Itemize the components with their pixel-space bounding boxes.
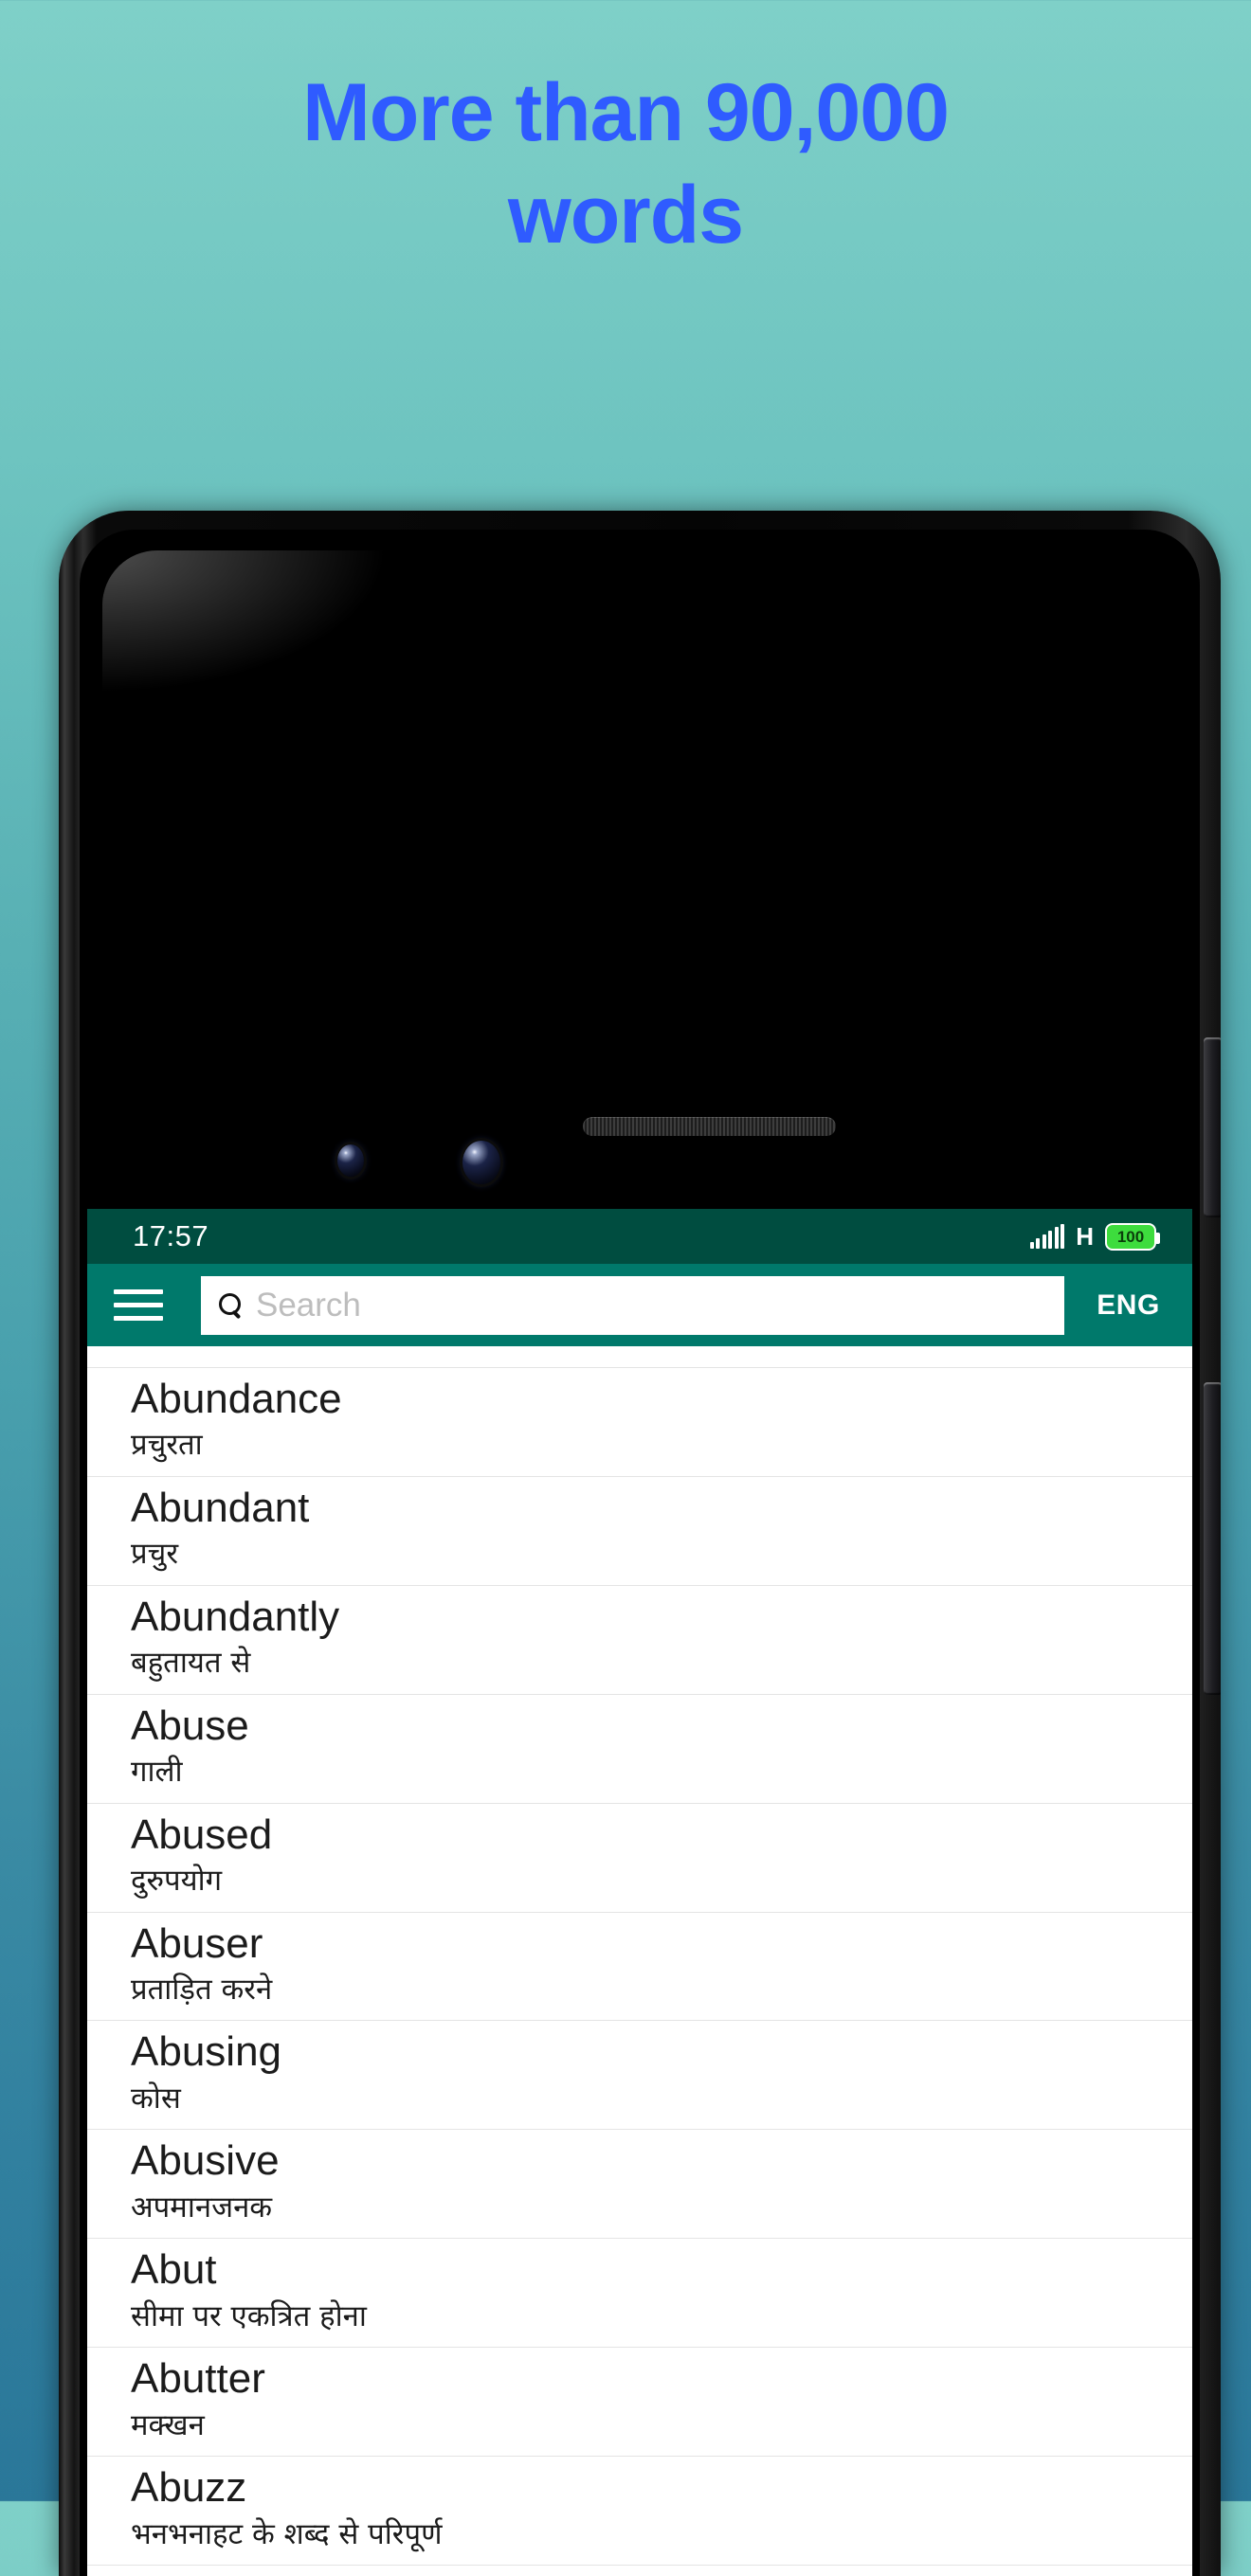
hamburger-menu-icon[interactable]	[114, 1281, 163, 1330]
word-hindi: कोस	[131, 2080, 1192, 2117]
list-item[interactable]: Abuzz	[87, 1346, 1192, 1368]
phone-screen: 17:57 H 100 Search	[87, 1209, 1192, 2576]
list-item[interactable]: Abutterमक्खन	[87, 2348, 1192, 2457]
word-hindi: बहुतायत से	[131, 1644, 1192, 1682]
word-hindi: अपमानजनक	[131, 2189, 1192, 2226]
list-item[interactable]: Abuseगाली	[87, 1695, 1192, 1804]
volume-button[interactable]	[1204, 1382, 1221, 1695]
word-hindi: प्रचुरता	[131, 1426, 1192, 1464]
list-item[interactable]: Abutसीमा पर एकत्रित होना	[87, 2239, 1192, 2348]
word-hindi: प्रताड़ित करने	[131, 1971, 1192, 2009]
word-english: Abusive	[131, 2135, 1192, 2187]
app-bar: Search ENG	[87, 1264, 1192, 1346]
word-english: Abused	[131, 1810, 1192, 1861]
word-hindi: भनभनाहट के शब्द से परिपूर्ण	[131, 2515, 1192, 2553]
word-english: Abusing	[131, 2027, 1192, 2078]
signal-bars-icon	[1030, 1224, 1065, 1249]
word-hindi: सीमा पर एकत्रित होना	[131, 2297, 1192, 2335]
battery-level-label: 100	[1117, 1229, 1144, 1245]
list-item[interactable]: Abuzzभनभनाहट के शब्द से परिपूर्ण	[87, 2457, 1192, 2566]
network-type-label: H	[1076, 1222, 1094, 1252]
status-time: 17:57	[133, 1219, 208, 1253]
word-list[interactable]: AbuzzAbundanceप्रचुरताAbundantप्रचुरAbun…	[87, 1346, 1192, 2576]
headline-line-1: More than 90,000	[302, 67, 949, 158]
word-english: Abut	[131, 2244, 1192, 2296]
list-item[interactable]: Abuserप्रताड़ित करने	[87, 1913, 1192, 2022]
search-placeholder: Search	[256, 1288, 361, 1322]
list-item[interactable]: Abusingकोस	[87, 2021, 1192, 2130]
word-hindi: दुरुपयोग	[131, 1862, 1192, 1900]
phone-bezel: 17:57 H 100 Search	[80, 530, 1200, 2576]
list-item[interactable]: Abusedदुरुपयोग	[87, 1804, 1192, 1913]
word-english: Abuzz	[131, 2462, 1192, 2513]
list-item[interactable]: Abundanceप्रचुरता	[87, 1368, 1192, 1477]
word-hindi: मक्खन	[131, 2406, 1192, 2444]
word-english: Abutter	[131, 2353, 1192, 2405]
word-english: Abuse	[131, 1701, 1192, 1752]
camera-lens-icon	[337, 1144, 364, 1177]
headline-line-2: words	[0, 174, 1251, 256]
speaker-grille-icon	[583, 1117, 836, 1136]
word-hindi: प्रचुर	[131, 1535, 1192, 1573]
language-toggle-button[interactable]: ENG	[1081, 1289, 1171, 1322]
search-icon	[218, 1293, 243, 1318]
list-item[interactable]: Abusiveअपमानजनक	[87, 2130, 1192, 2239]
status-indicators: H 100	[1030, 1222, 1156, 1252]
word-english: Abundance	[131, 1374, 1192, 1425]
word-english: Abuser	[131, 1918, 1192, 1970]
word-english: Abundantly	[131, 1592, 1192, 1643]
secondary-camera-lens-icon	[462, 1141, 500, 1184]
word-english: Abuzz	[131, 1346, 1192, 1356]
power-button[interactable]	[1204, 1037, 1221, 1217]
list-item[interactable]: Abundantप्रचुर	[87, 1477, 1192, 1586]
promo-headline: More than 90,000 words	[0, 72, 1251, 256]
status-bar: 17:57 H 100	[87, 1209, 1192, 1264]
bezel-glare	[102, 550, 425, 712]
phone-device-frame: 17:57 H 100 Search	[59, 511, 1221, 2576]
word-english: Abundant	[131, 1483, 1192, 1534]
search-input[interactable]: Search	[201, 1276, 1064, 1335]
word-hindi: गाली	[131, 1753, 1192, 1791]
list-item[interactable]: Abundantlyबहुतायत से	[87, 1586, 1192, 1695]
word-english: Abydos	[131, 2571, 1192, 2576]
battery-icon: 100	[1105, 1223, 1156, 1251]
list-item[interactable]: Abydos	[87, 2566, 1192, 2576]
